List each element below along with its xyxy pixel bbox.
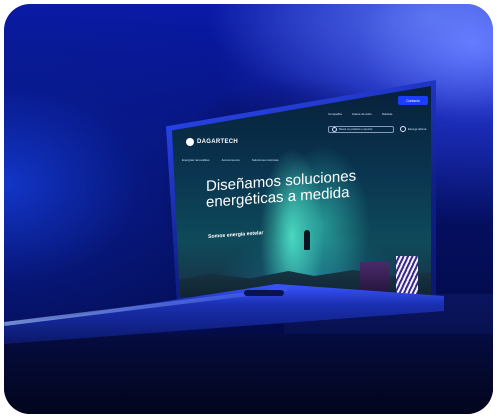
language-selector[interactable]: Escoge idioma [400,126,426,132]
menu-item-selfconsumption[interactable]: Autoconsumo [222,158,240,162]
nav-link-cases[interactable]: Casos de éxito [352,112,372,116]
promo-card: Contacto Compañía Casos de éxito Noticia… [4,4,493,414]
menu-item-renewables[interactable]: Energías renovables [182,158,210,162]
nav-link-company[interactable]: Compañía [328,112,342,116]
globe-icon [400,126,406,132]
search-icon [332,127,337,132]
search-placeholder: Busca un producto o servicio [339,128,373,131]
search-input[interactable]: Busca un producto o servicio [328,126,394,133]
contact-button[interactable]: Contacto [398,96,428,105]
hero-headline: Diseñamos soluciones energéticas a medid… [206,166,396,211]
nav-link-news[interactable]: Noticias [382,112,393,116]
main-menu: Energías renovables Autoconsumo Solucion… [182,158,278,162]
logo-mark-icon [186,138,194,146]
desk-surface [4,334,493,414]
hero-subheadline: Somos energía estelar [208,230,264,240]
top-nav: Compañía Casos de éxito Noticias [328,112,392,116]
hero-person [304,230,310,250]
logo-text: DAGARTECH [197,139,239,145]
language-label: Escoge idioma [408,127,427,131]
site-logo[interactable]: DAGARTECH [186,138,238,146]
thumbnail-image-2[interactable] [396,256,418,296]
laptop-hinge [244,290,284,296]
menu-item-technical[interactable]: Soluciones técnicas [252,158,279,162]
